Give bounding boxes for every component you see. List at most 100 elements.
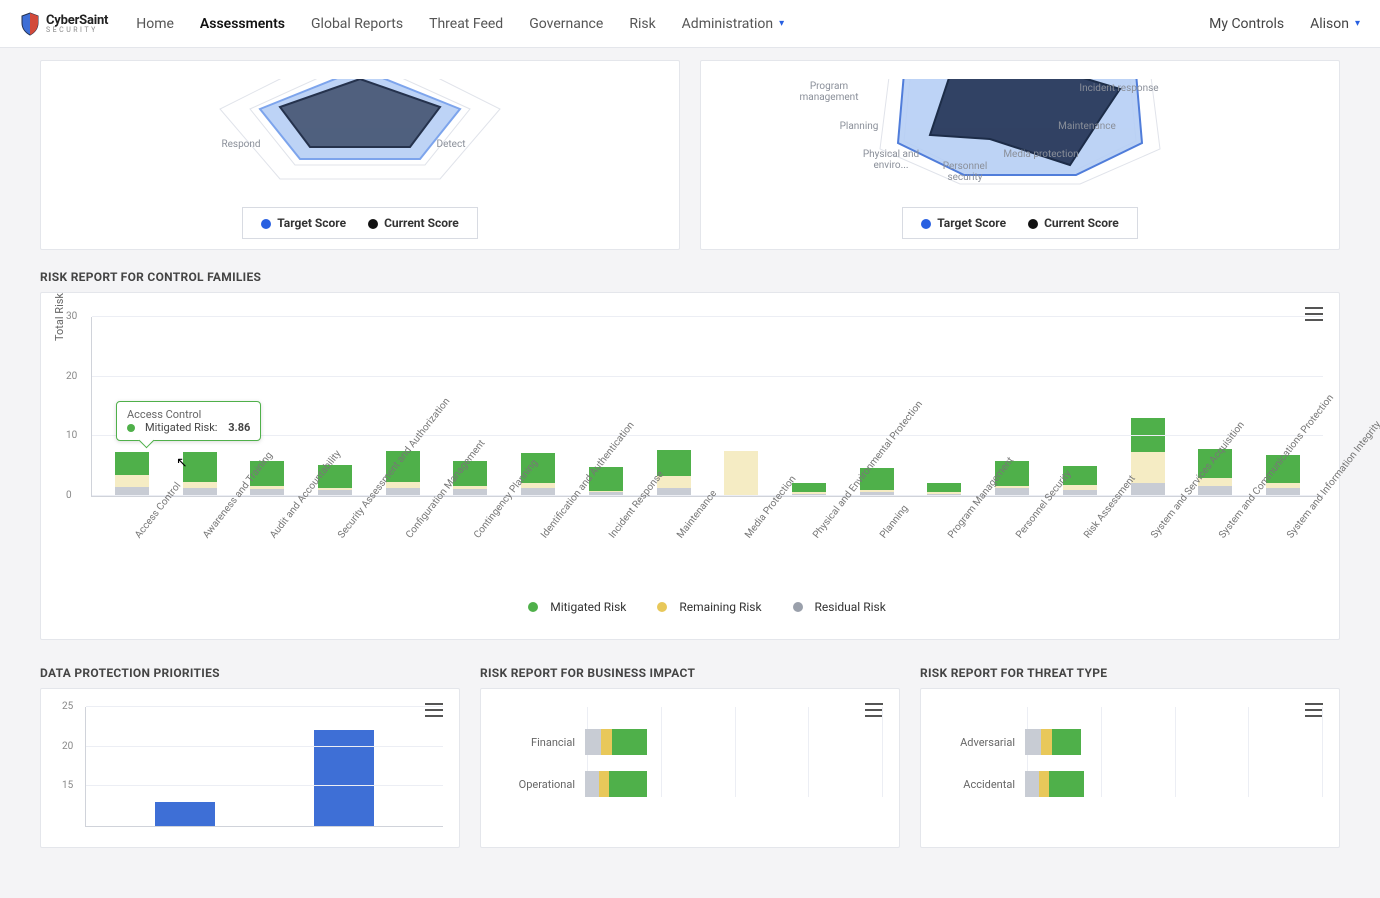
hbar-track[interactable] xyxy=(1025,729,1323,755)
x-tick: System and Communications Protection xyxy=(1217,507,1247,541)
hbar-track[interactable] xyxy=(585,771,883,797)
bar-segment xyxy=(792,483,826,493)
brand-logo[interactable]: CyberSaint SECURITY xyxy=(20,12,108,36)
hbar-segment xyxy=(585,729,601,755)
legend-residual: Residual Risk xyxy=(815,600,886,614)
data-protection-card: 152025 xyxy=(40,688,460,848)
hbar-label: Accidental xyxy=(937,778,1015,791)
y-tick: 20 xyxy=(66,371,77,382)
legend-current: Current Score xyxy=(384,216,459,230)
radar-card-left: Respond Detect Target Score Current Scor… xyxy=(40,60,680,250)
hbar-label: Operational xyxy=(497,778,575,791)
nav-right-my-controls[interactable]: My Controls xyxy=(1209,16,1284,32)
x-tick: System and Services Acquisition xyxy=(1149,507,1179,541)
chevron-down-icon: ▾ xyxy=(1355,18,1360,29)
radar-chart-left xyxy=(57,79,663,189)
nav-right-alison[interactable]: Alison▾ xyxy=(1310,16,1360,32)
threat-type-card: Adversarial Accidental xyxy=(920,688,1340,848)
risk-families-card: Total Risk Access Control Mitigated Risk… xyxy=(40,292,1340,640)
page-content: Respond Detect Target Score Current Scor… xyxy=(10,0,1370,898)
x-tick: Personnel Security xyxy=(1014,507,1044,541)
hbar-segment xyxy=(1039,771,1049,797)
section-title-data-protection: DATA PROTECTION PRIORITIES xyxy=(40,666,460,680)
x-tick: Configuration Management xyxy=(404,507,434,541)
bar-media-protection[interactable] xyxy=(724,451,758,496)
shield-icon xyxy=(20,12,40,36)
hbar-segment xyxy=(601,729,612,755)
nav-item-global-reports[interactable]: Global Reports xyxy=(311,16,403,32)
radar-axis-label: Maintenance xyxy=(1047,121,1127,132)
radar-axis-label: Program management xyxy=(789,81,869,103)
hbar-segment xyxy=(609,771,647,797)
hbar-row: Accidental xyxy=(937,771,1323,797)
nav-item-threat-feed[interactable]: Threat Feed xyxy=(429,16,503,32)
bar-segment xyxy=(115,475,149,487)
y-tick: 0 xyxy=(66,490,72,501)
tooltip-value: 3.86 xyxy=(228,421,250,434)
legend-target: Target Score xyxy=(937,216,1006,230)
x-tick: Identification and Authentication xyxy=(540,507,570,541)
data-protection-bar[interactable] xyxy=(155,802,215,826)
x-tick: Access Control xyxy=(133,507,163,541)
legend-remaining: Remaining Risk xyxy=(679,600,761,614)
hbar-label: Financial xyxy=(497,736,575,749)
x-tick: Contingency Planning xyxy=(472,507,502,541)
data-protection-bar[interactable] xyxy=(314,730,374,826)
hbar-track[interactable] xyxy=(1025,771,1323,797)
stacked-bar-chart: Total Risk Access Control Mitigated Risk… xyxy=(57,311,1323,615)
bar-system-and-services-acquisition[interactable] xyxy=(1131,418,1165,496)
hbar-segment xyxy=(585,771,599,797)
x-tick: Awareness and Training xyxy=(201,507,231,541)
legend-target: Target Score xyxy=(277,216,346,230)
x-tick: Security Assessment and Authorization xyxy=(336,507,366,541)
x-tick: Physical and Environmental Protection xyxy=(811,507,841,541)
y-axis-label: Total Risk xyxy=(53,293,66,341)
bar-awareness-and-training[interactable] xyxy=(183,452,217,496)
nav-item-governance[interactable]: Governance xyxy=(529,16,603,32)
x-tick: Program Management xyxy=(946,507,976,541)
business-impact-card: Financial Operational xyxy=(480,688,900,848)
tooltip-title: Access Control xyxy=(127,408,250,421)
chevron-down-icon: ▾ xyxy=(779,18,784,29)
tooltip-series: Mitigated Risk: xyxy=(145,421,217,434)
nav-item-administration[interactable]: Administration▾ xyxy=(682,16,784,32)
bar-segment xyxy=(724,451,758,496)
nav-item-risk[interactable]: Risk xyxy=(629,16,655,32)
hbar-track[interactable] xyxy=(585,729,883,755)
bar-access-control[interactable] xyxy=(115,452,149,496)
radar-legend: Target Score Current Score xyxy=(902,207,1138,239)
hbar-segment xyxy=(1025,729,1041,755)
radar-axis-label: Personnel security xyxy=(925,161,1005,183)
nav-right: My Controls Alison▾ xyxy=(1209,16,1360,32)
x-tick: System and Information Integrity xyxy=(1285,507,1315,541)
radar-axis-label: Physical and enviro... xyxy=(851,149,931,171)
radar-axis-label: Media protection xyxy=(1001,149,1081,160)
radar-card-right: Program management Planning Physical and… xyxy=(700,60,1340,250)
hbar-segment xyxy=(599,771,609,797)
hbar-segment xyxy=(1052,729,1081,755)
nav-item-home[interactable]: Home xyxy=(136,16,174,32)
hbar-row: Adversarial xyxy=(937,729,1323,755)
section-title-business-impact: RISK REPORT FOR BUSINESS IMPACT xyxy=(480,666,900,680)
y-tick: 25 xyxy=(62,701,73,712)
hbar-row: Operational xyxy=(497,771,883,797)
hbar-segment xyxy=(1041,729,1052,755)
radar-axis-label: Detect xyxy=(411,139,491,150)
chart-legend: Mitigated Risk Remaining Risk Residual R… xyxy=(91,600,1323,615)
radar-legend: Target Score Current Score xyxy=(242,207,478,239)
radar-axis-label: Incident response xyxy=(1079,83,1159,94)
nav-item-assessments[interactable]: Assessments xyxy=(200,16,285,32)
top-navbar: CyberSaint SECURITY Home Assessments Globa… xyxy=(0,0,1380,48)
hbar-segment xyxy=(1025,771,1039,797)
section-title-risk-families: RISK REPORT FOR CONTROL FAMILIES xyxy=(40,270,1340,284)
radar-axis-label: Planning xyxy=(819,121,899,132)
bar-segment xyxy=(183,452,217,482)
bar-segment xyxy=(115,452,149,475)
hbar-row: Financial xyxy=(497,729,883,755)
bar-segment xyxy=(927,483,961,493)
y-tick: 15 xyxy=(62,780,73,791)
legend-mitigated: Mitigated Risk xyxy=(550,600,626,614)
chart-tooltip: Access Control Mitigated Risk: 3.86 xyxy=(116,401,261,441)
x-tick: Risk Assessment xyxy=(1082,507,1112,541)
radar-axis-label: Respond xyxy=(201,139,281,150)
